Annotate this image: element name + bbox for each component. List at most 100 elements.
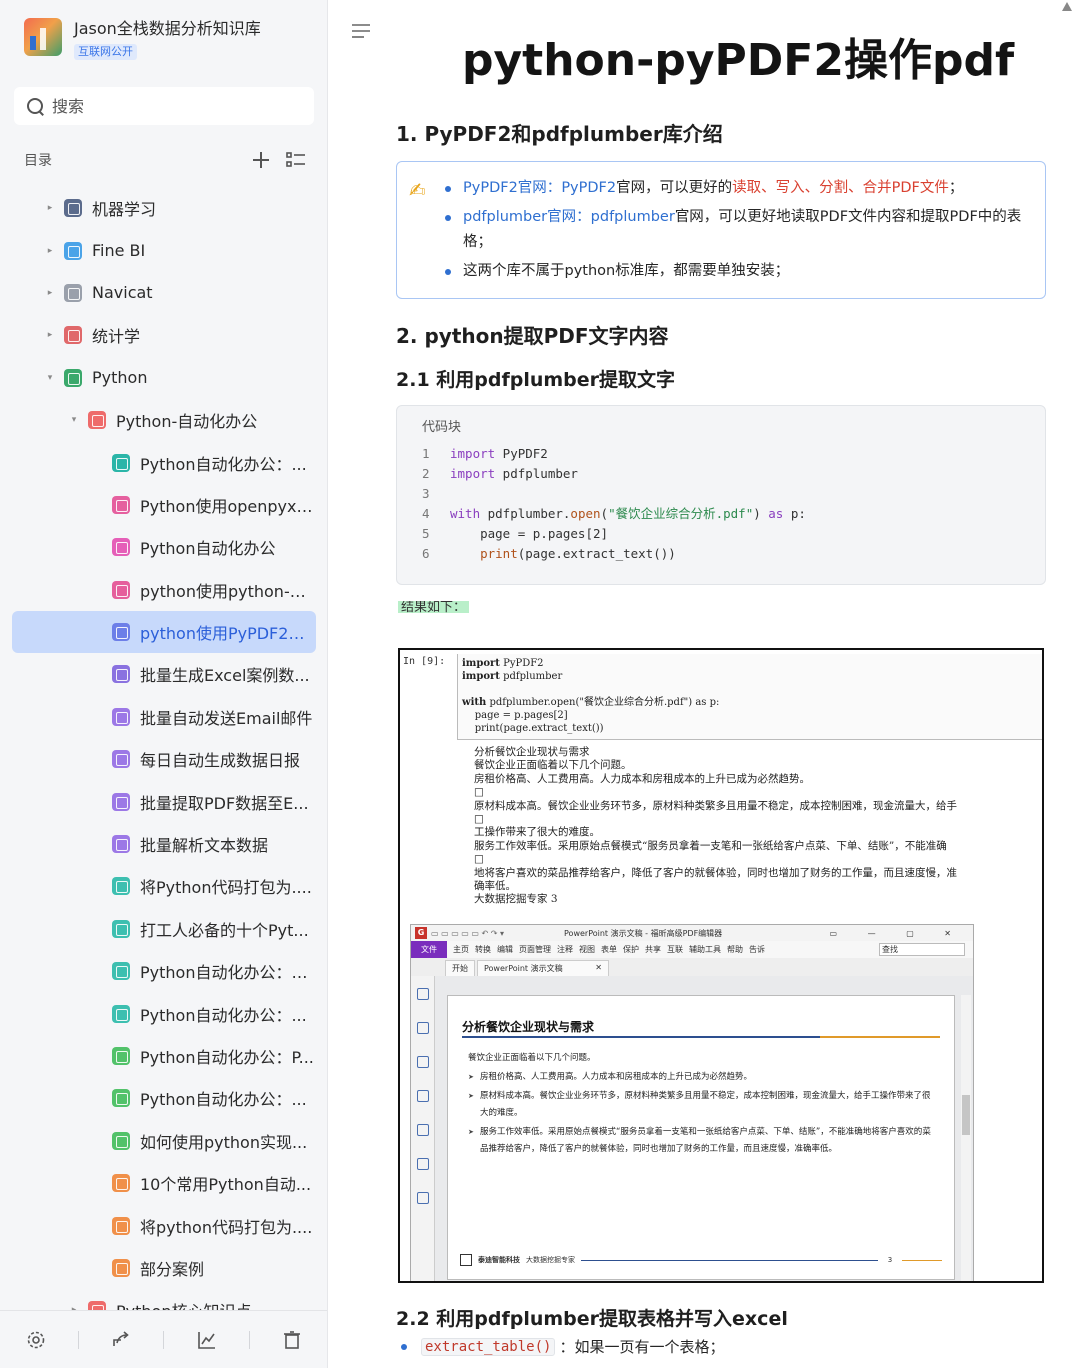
- sidebar-item[interactable]: 部分案例: [12, 1247, 316, 1289]
- menu-item[interactable]: 页面管理: [519, 944, 551, 955]
- menu-item[interactable]: 互联: [667, 944, 683, 955]
- sidebar-item[interactable]: ▸ Fine BI: [12, 229, 316, 271]
- inline-code: extract_table(): [421, 1337, 556, 1356]
- sidebar-item[interactable]: 将Python代码打包为....: [12, 865, 316, 907]
- sidebar-item[interactable]: 批量自动发送Email邮件: [12, 696, 316, 738]
- sidebar-item[interactable]: 10个常用Python自动...: [12, 1162, 316, 1204]
- code-token: (page.extract_text()): [517, 546, 676, 561]
- menu-item[interactable]: 表单: [601, 944, 617, 955]
- pdf-editor-scrollbar: [961, 995, 971, 1281]
- sidebar-item[interactable]: 批量解析文本数据: [12, 823, 316, 865]
- sidebar-item[interactable]: 打工人必备的十个Pyt...: [12, 908, 316, 950]
- share-icon[interactable]: [111, 1330, 131, 1350]
- sidebar-item-label: 统计学: [92, 327, 141, 347]
- list-view-icon[interactable]: [286, 151, 306, 169]
- pdf-slide-page: 分析餐饮企业现状与需求 餐饮企业正面临着以下几个问题。 房租价格高、人工费用高。…: [447, 995, 955, 1280]
- code-line: 5 page = p.pages[2]: [422, 524, 806, 544]
- sidebar-item-label: 每日自动生成数据日报: [140, 751, 301, 771]
- pages-icon: [417, 1022, 429, 1034]
- caret-right-icon[interactable]: ▸: [44, 330, 56, 340]
- pypdf2-link[interactable]: PyPDF2: [561, 180, 616, 196]
- find-field[interactable]: 查找: [879, 943, 965, 956]
- menu-item[interactable]: 辅助工具: [689, 944, 721, 955]
- lock-icon: [417, 1192, 429, 1204]
- line-number: 2: [422, 466, 430, 481]
- sidebar-item[interactable]: Python自动化办公：...: [12, 1077, 316, 1119]
- list-item: pdfplumber官网：pdfplumber官网，可以更好地读取PDF文件内容…: [445, 205, 1025, 255]
- caret-down-icon[interactable]: ▾: [68, 415, 80, 425]
- slide-bullet: 房租价格高、人工费用高。人力成本和房租成本的上升已成为必然趋势。: [468, 1069, 933, 1086]
- sidebar-item[interactable]: 如何使用python实现...: [12, 1120, 316, 1162]
- search-box[interactable]: [14, 87, 314, 125]
- sidebar-item[interactable]: 将python代码打包为....: [12, 1204, 316, 1246]
- sidebar-item[interactable]: ▾ Python: [12, 357, 316, 399]
- sidebar-item[interactable]: ▸ Navicat: [12, 272, 316, 314]
- sidebar-item[interactable]: ▸ 机器学习: [12, 187, 316, 229]
- code-line: 4 with pdfplumber. open("餐饮企业综合分析.pdf") as…: [422, 504, 806, 524]
- settings-icon[interactable]: [26, 1330, 46, 1350]
- code-block[interactable]: 代码块 1 import PyPDF2 2 import pdfplumber 3 4 wi…: [396, 405, 1046, 585]
- doc-tree: ▸ 机器学习 ▸ Fine BI ▸ Navicat ▸ 统计学 ▾ Python ▾ Python-…: [12, 187, 316, 1332]
- pdfplumber-link[interactable]: pdfplumber: [591, 209, 675, 225]
- sidebar-item[interactable]: Python自动化办公：...: [12, 992, 316, 1034]
- sidebar-item[interactable]: 每日自动生成数据日报: [12, 738, 316, 780]
- doc-icon: [112, 962, 130, 981]
- menu-item[interactable]: 文件: [411, 941, 447, 958]
- code-text: pdfplumber.open("餐饮企业综合分析.pdf") as p:: [486, 697, 720, 708]
- notebook-code-line: page = p.pages[2]: [462, 709, 1038, 722]
- menu-item[interactable]: 保护: [623, 944, 639, 955]
- menu-item[interactable]: 编辑: [497, 944, 513, 955]
- doc-icon: [112, 1216, 130, 1235]
- menu-item[interactable]: 注释: [557, 944, 573, 955]
- heading-extract: 2. python提取PDF文字内容: [396, 324, 669, 348]
- sidebar-item[interactable]: Python自动化办公：P...: [12, 1035, 316, 1077]
- kb-header[interactable]: Jason全栈数据分析知识库 互联网公开: [24, 18, 261, 60]
- kb-title-block: Jason全栈数据分析知识库 互联网公开: [74, 18, 261, 60]
- tab-document: PowerPoint 演示文稿 ✕: [477, 960, 609, 976]
- line-number: 1: [422, 446, 430, 461]
- sidebar-item[interactable]: 批量生成Excel案例数...: [12, 653, 316, 695]
- toc-header: 目录: [24, 146, 306, 174]
- caret-right-icon[interactable]: ▸: [44, 203, 56, 213]
- output-line: □: [474, 786, 484, 799]
- menu-item[interactable]: 共享: [645, 944, 661, 955]
- sidebar-item[interactable]: Python使用openpyxl...: [12, 484, 316, 526]
- slide-title-rule: [462, 1036, 940, 1038]
- doc-icon: [112, 1089, 130, 1108]
- sidebar-item[interactable]: ▸ 统计学: [12, 314, 316, 356]
- caret-right-icon[interactable]: ▸: [44, 288, 56, 298]
- menu-icon[interactable]: [351, 22, 371, 40]
- stats-icon[interactable]: [197, 1330, 217, 1350]
- sidebar-item[interactable]: python使用python-do...: [12, 569, 316, 611]
- menu-item[interactable]: 转换: [475, 944, 491, 955]
- pdfplumber-site-link[interactable]: pdfplumber官网：: [463, 209, 591, 225]
- document-area: python-pyPDF2操作pdf 1. PyPDF2和pdfplumber库…: [329, 0, 1080, 1368]
- pypdf2-site-link[interactable]: PyPDF2官网：: [463, 180, 561, 196]
- kb-title: Jason全栈数据分析知识库: [74, 19, 261, 38]
- caret-right-icon[interactable]: ▸: [44, 246, 56, 256]
- sidebar: Jason全栈数据分析知识库 互联网公开 目录 ▸ 机器学习 ▸ Fine BI ▸ Na…: [0, 0, 328, 1368]
- scroll-up-arrow-icon[interactable]: [1062, 2, 1072, 11]
- doc-icon: [64, 241, 82, 260]
- add-icon[interactable]: [252, 151, 270, 169]
- tab-start: 开始: [445, 960, 475, 976]
- sidebar-item[interactable]: Python自动化办公: [12, 526, 316, 568]
- sidebar-item-label: Python使用openpyxl...: [140, 496, 315, 516]
- sidebar-item[interactable]: Python自动化办公：E...: [12, 950, 316, 992]
- sidebar-item[interactable]: python使用PyPDF2和...: [12, 610, 316, 654]
- trash-icon[interactable]: [282, 1330, 302, 1350]
- list-item: extract_table() ：如果一页有一个表格；: [401, 1336, 724, 1357]
- output-line: □: [474, 813, 484, 826]
- menu-item[interactable]: 帮助: [727, 944, 743, 955]
- output-line: 原材料成本高。餐饮企业业务环节多，原材料种类繁多且用量不稳定，成本控制困难，现金…: [474, 799, 957, 812]
- doc-icon: [112, 1047, 130, 1065]
- menu-item[interactable]: 告诉: [749, 944, 765, 955]
- sidebar-item[interactable]: Python自动化办公：...: [12, 441, 316, 483]
- caret-down-icon[interactable]: ▾: [44, 373, 56, 383]
- sidebar-item[interactable]: 批量提取PDF数据至E...: [12, 780, 316, 822]
- search-input[interactable]: [52, 96, 292, 116]
- menu-item[interactable]: 主页: [453, 944, 469, 955]
- sidebar-item[interactable]: ▾ Python-自动化办公: [12, 399, 316, 441]
- callout-box: ✍ PyPDF2官网：PyPDF2官网，可以更好的读取、写入、分割、合并PDF文…: [396, 161, 1046, 299]
- menu-item[interactable]: 视图: [579, 944, 595, 955]
